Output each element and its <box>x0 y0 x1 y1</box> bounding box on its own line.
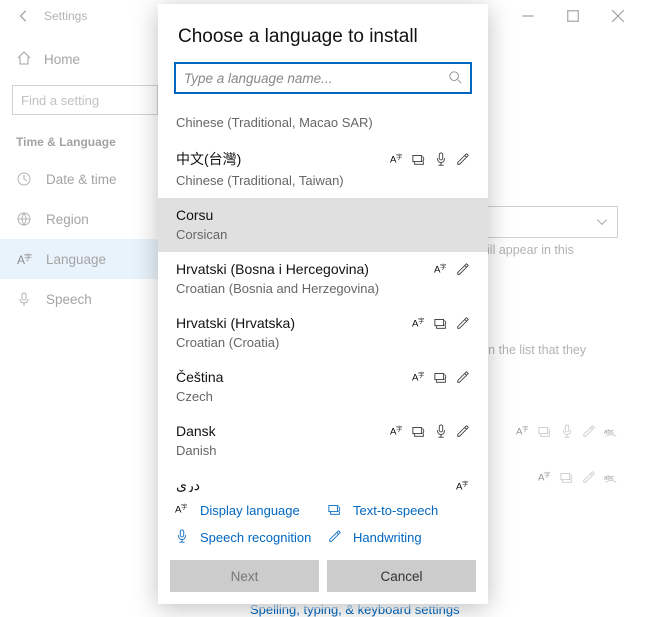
display-icon <box>412 370 426 384</box>
language-features <box>434 262 470 276</box>
display-icon <box>434 262 448 276</box>
language-native-name: Corsu <box>176 207 213 223</box>
language-native-name: Hrvatski (Bosna i Hercegovina) <box>176 261 369 277</box>
language-item[interactable]: Čeština Czech <box>158 360 488 414</box>
display-icon <box>412 316 426 330</box>
language-english-name: Chinese (Traditional, Macao SAR) <box>176 115 470 130</box>
display-icon <box>390 152 404 166</box>
language-features <box>412 370 470 384</box>
language-item[interactable]: Chinese (Traditional, Macao SAR) <box>158 104 488 140</box>
language-search-field[interactable] <box>174 62 472 94</box>
dialog-buttons: Next Cancel <box>158 554 488 604</box>
language-native-name: 中文(台灣) <box>176 149 241 169</box>
language-item[interactable]: Hrvatski (Hrvatska) Croatian (Croatia) <box>158 306 488 360</box>
language-item[interactable]: Corsu Corsican <box>158 198 488 252</box>
handwriting-icon <box>456 152 470 166</box>
install-language-dialog: Choose a language to install Chinese (Tr… <box>158 4 488 604</box>
speech-recognition-icon <box>174 529 190 546</box>
legend-tts: Text-to-speech <box>327 502 472 519</box>
language-native-name: Dansk <box>176 423 216 439</box>
language-native-name: درى <box>176 477 200 492</box>
display-language-icon <box>174 502 190 519</box>
language-features <box>456 479 470 493</box>
next-button[interactable]: Next <box>170 560 319 592</box>
language-list[interactable]: Chinese (Traditional, Macao SAR) 中文(台灣) Ch… <box>158 104 488 492</box>
language-english-name: Corsican <box>176 227 470 242</box>
tts-icon <box>434 316 448 330</box>
handwriting-icon <box>456 424 470 438</box>
language-item[interactable]: Hrvatski (Bosna i Hercegovina) Croatian (… <box>158 252 488 306</box>
language-search-input[interactable] <box>184 71 448 86</box>
speech-icon <box>434 424 448 438</box>
feature-legend: Display language Text-to-speech Speech r… <box>158 492 488 554</box>
dialog-title: Choose a language to install <box>158 4 488 62</box>
cancel-button[interactable]: Cancel <box>327 560 476 592</box>
speech-icon <box>434 152 448 166</box>
handwriting-icon <box>456 262 470 276</box>
text-to-speech-icon <box>327 502 343 519</box>
display-icon <box>456 479 470 493</box>
language-native-name: Hrvatski (Hrvatska) <box>176 315 295 331</box>
search-icon <box>448 70 462 87</box>
display-icon <box>390 424 404 438</box>
language-english-name: Croatian (Croatia) <box>176 335 470 350</box>
tts-icon <box>434 370 448 384</box>
language-english-name: Danish <box>176 443 470 458</box>
language-features <box>390 424 470 438</box>
language-native-name: Čeština <box>176 369 223 385</box>
language-item[interactable]: Dansk Danish <box>158 414 488 468</box>
language-features <box>390 152 470 166</box>
language-item[interactable]: درى <box>158 468 488 492</box>
tts-icon <box>412 152 426 166</box>
legend-handwriting: Handwriting <box>327 529 472 546</box>
handwriting-icon <box>456 316 470 330</box>
language-english-name: Czech <box>176 389 470 404</box>
language-features <box>412 316 470 330</box>
language-english-name: Croatian (Bosnia and Herzegovina) <box>176 281 470 296</box>
legend-speech: Speech recognition <box>174 529 319 546</box>
legend-display: Display language <box>174 502 319 519</box>
language-english-name: Chinese (Traditional, Taiwan) <box>176 173 470 188</box>
handwriting-icon <box>456 370 470 384</box>
language-item[interactable]: 中文(台灣) Chinese (Traditional, Taiwan) <box>158 140 488 198</box>
tts-icon <box>412 424 426 438</box>
handwriting-icon <box>327 529 343 546</box>
